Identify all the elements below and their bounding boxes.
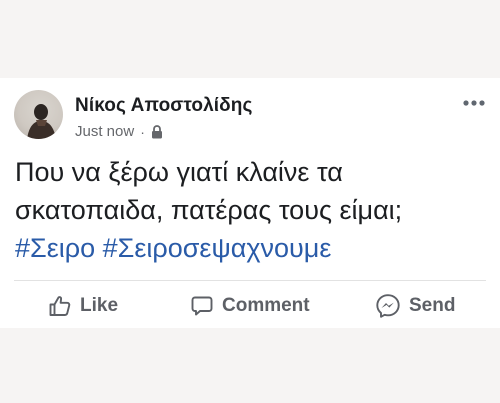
avatar[interactable] [14, 90, 63, 139]
lock-icon[interactable] [151, 124, 163, 139]
timestamp[interactable]: Just now [75, 123, 134, 140]
meta-separator: · [140, 123, 145, 140]
messenger-icon [376, 294, 400, 318]
post-text: Που να ξέρω γιατί κλαίνε τα σκατοπαιδα, … [15, 153, 493, 267]
send-button[interactable]: Send [375, 286, 455, 326]
more-options-icon [463, 100, 485, 106]
post-meta: Just now · [75, 123, 163, 140]
hashtag-line: #Σειρο #Σειροσεψαχνουμε [15, 229, 493, 267]
comment-label: Comment [222, 295, 310, 316]
like-label: Like [80, 295, 119, 316]
more-options-button[interactable] [459, 94, 489, 112]
thumbs-up-icon [49, 296, 71, 316]
action-bar: Like Comment Send [0, 286, 500, 326]
avatar-photo-icon [27, 104, 56, 139]
comment-bubble-icon [191, 296, 213, 316]
post-text-line: σκατοπαιδα, πατέρας τους είμαι; [15, 195, 403, 225]
send-label: Send [409, 295, 456, 316]
post-text-line: Που να ξέρω γιατί κλαίνε τα [15, 157, 343, 187]
divider [14, 280, 486, 281]
comment-button[interactable]: Comment [190, 286, 310, 326]
hashtag-link[interactable]: #Σειροσεψαχνουμε [103, 233, 332, 263]
hashtag-link[interactable]: #Σειρο [15, 233, 95, 263]
post-card: Νίκος Αποστολίδης Just now · Που να ξέρω… [0, 78, 500, 328]
author-name[interactable]: Νίκος Αποστολίδης [75, 95, 252, 117]
like-button[interactable]: Like [48, 286, 118, 326]
